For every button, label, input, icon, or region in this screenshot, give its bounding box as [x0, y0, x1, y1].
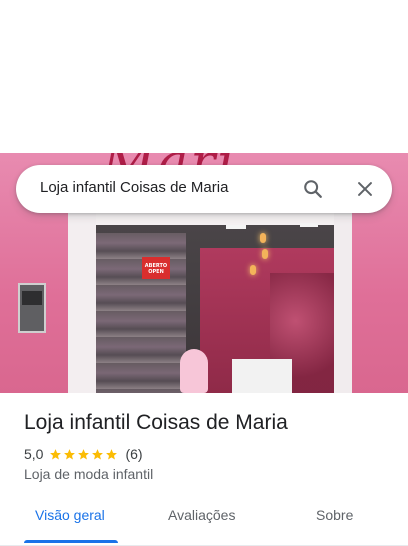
- tab-about[interactable]: Sobre: [316, 507, 353, 523]
- pendant-lamp: [260, 233, 266, 243]
- search-icon[interactable]: [302, 178, 324, 200]
- shop-counter: [232, 359, 292, 393]
- review-count[interactable]: (6): [125, 446, 142, 462]
- door-frame-right: [334, 211, 352, 393]
- star-icon: [106, 448, 118, 459]
- open-sign: ABERTO OPEN: [142, 257, 170, 279]
- place-category[interactable]: Loja de moda infantil: [24, 466, 153, 482]
- ceiling-light: [300, 223, 318, 227]
- place-info-panel: Loja infantil Coisas de Maria 5,0 (6) Lo…: [0, 393, 408, 546]
- door-frame-left: [68, 211, 96, 393]
- pendant-lamp: [262, 249, 268, 259]
- search-bar[interactable]: Loja infantil Coisas de Maria: [16, 165, 392, 213]
- place-tabs: Visão geral Avaliações Sobre: [0, 493, 408, 546]
- child-mannequin: [180, 349, 208, 393]
- electric-panel-window: [22, 291, 42, 305]
- clothing-shelves: [96, 233, 186, 393]
- active-tab-indicator: [24, 540, 118, 543]
- place-title: Loja infantil Coisas de Maria: [24, 411, 288, 434]
- star-rating: [49, 448, 119, 461]
- star-icon: [64, 448, 76, 459]
- star-icon: [50, 448, 62, 459]
- blank-top-area: [0, 0, 408, 153]
- ceiling-light: [226, 225, 246, 229]
- rating-row[interactable]: 5,0 (6): [24, 445, 143, 463]
- rating-value: 5,0: [24, 446, 44, 462]
- open-sign-line2: OPEN: [148, 269, 164, 275]
- pendant-lamp: [250, 265, 256, 275]
- tab-overview[interactable]: Visão geral: [35, 507, 105, 523]
- star-icon: [78, 448, 90, 459]
- tab-reviews[interactable]: Avaliações: [168, 507, 235, 523]
- star-icon: [92, 448, 104, 459]
- search-input[interactable]: Loja infantil Coisas de Maria: [40, 179, 228, 196]
- close-icon[interactable]: [354, 178, 376, 200]
